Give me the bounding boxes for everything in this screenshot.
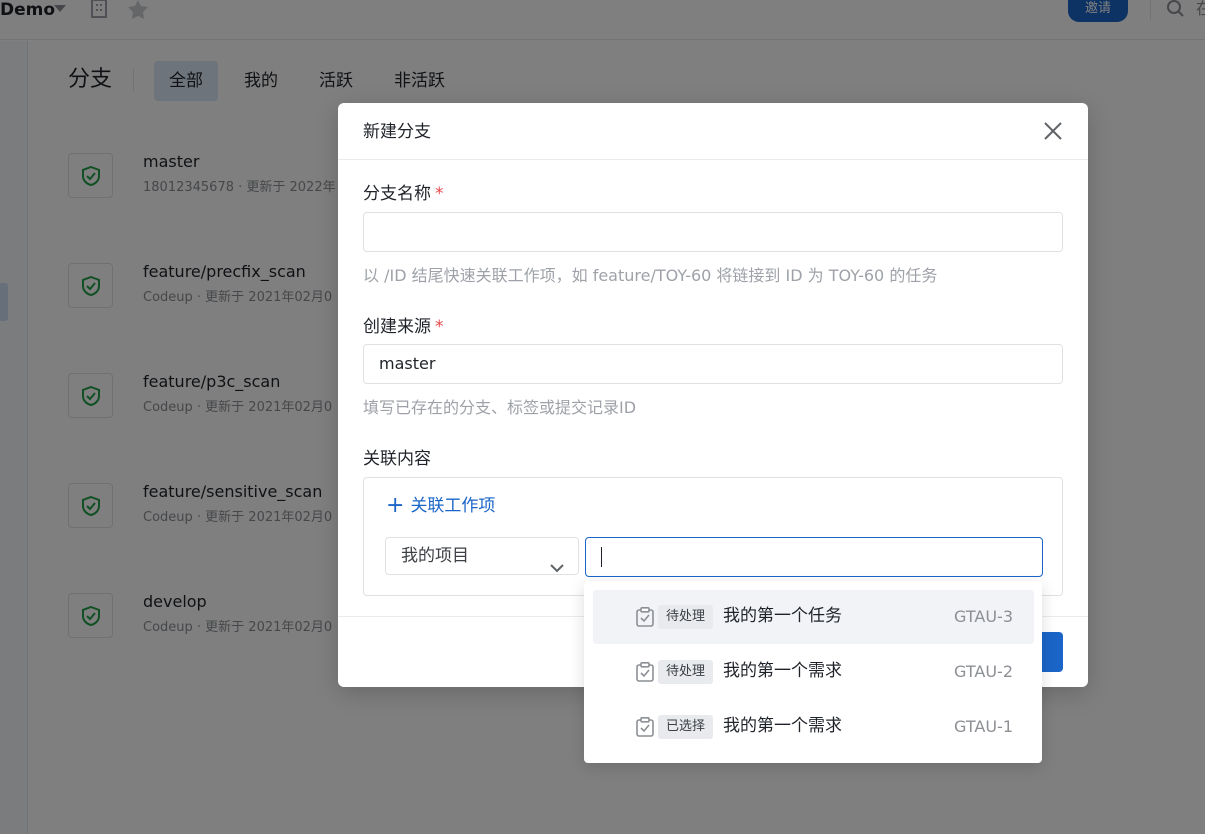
branch-name-hint: 以 /ID 结尾快速关联工作项，如 feature/TOY-60 将链接到 ID…	[363, 266, 938, 285]
branch-name-label: 分支名称 *	[363, 184, 444, 204]
branch-name-input[interactable]	[363, 212, 1063, 252]
dropdown-item[interactable]: 已选择 我的第一个需求 GTAU-1	[593, 700, 1034, 754]
item-title: 我的第一个需求	[723, 716, 842, 736]
dropdown-item[interactable]: 待处理 我的第一个需求 GTAU-2	[593, 645, 1034, 699]
close-icon[interactable]	[1042, 120, 1064, 142]
dropdown-item[interactable]: 待处理 我的第一个任务 GTAU-3	[593, 590, 1034, 644]
item-id: GTAU-3	[954, 607, 1013, 626]
source-hint: 填写已存在的分支、标签或提交记录ID	[363, 398, 637, 417]
chevron-down-icon	[550, 550, 564, 586]
plus-icon: +	[386, 493, 405, 518]
clipboard-icon	[636, 662, 654, 686]
add-workitem-link[interactable]: + 关联工作项	[386, 494, 495, 518]
project-select[interactable]: 我的项目	[385, 537, 579, 575]
text-cursor	[601, 547, 602, 567]
status-tag: 已选择	[658, 715, 714, 739]
dialog-title: 新建分支	[363, 122, 431, 142]
status-tag: 待处理	[658, 605, 714, 629]
item-id: GTAU-1	[954, 717, 1013, 736]
clipboard-icon	[636, 607, 654, 631]
assoc-content-box: + 关联工作项 我的项目	[363, 477, 1063, 596]
source-label: 创建来源 *	[363, 317, 444, 337]
status-tag: 待处理	[658, 660, 714, 684]
item-id: GTAU-2	[954, 662, 1013, 681]
workitem-dropdown: 待处理 我的第一个任务 GTAU-3 待处理 我的第一个需求 GTAU-2 已选…	[584, 581, 1042, 763]
required-mark: *	[435, 184, 444, 204]
item-title: 我的第一个任务	[723, 606, 842, 626]
dialog-header: 新建分支	[338, 103, 1088, 160]
clipboard-icon	[636, 717, 654, 741]
required-mark: *	[435, 317, 444, 337]
workitem-search-input[interactable]	[585, 537, 1043, 577]
item-title: 我的第一个需求	[723, 661, 842, 681]
assoc-label: 关联内容	[363, 449, 431, 469]
source-input[interactable]: master	[363, 344, 1063, 384]
